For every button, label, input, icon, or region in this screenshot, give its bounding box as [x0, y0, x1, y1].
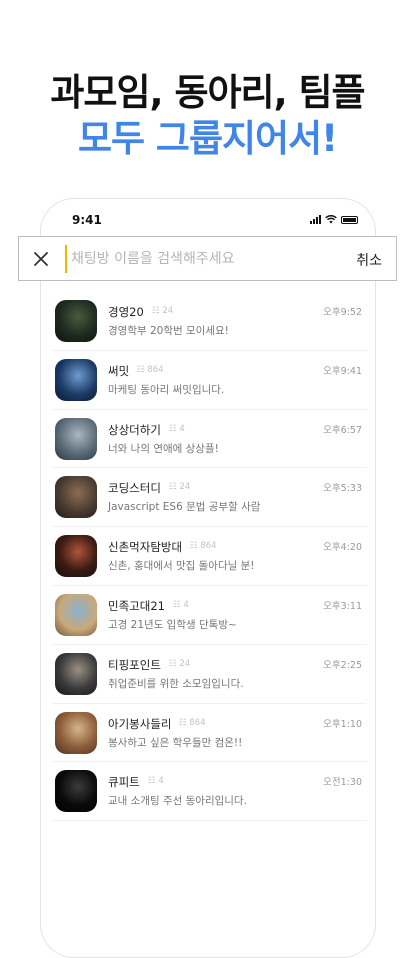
wifi-icon	[325, 215, 337, 224]
member-count: ☷ 24	[152, 306, 173, 316]
people-icon: ☷	[169, 482, 180, 493]
room-name: 경영20	[108, 305, 144, 319]
room-description: Javascript ES6 문법 공부할 사람	[108, 501, 261, 514]
search-input[interactable]	[65, 245, 341, 273]
member-count: ☷ 864	[190, 541, 217, 551]
room-description: 봉사하고 싶은 학우들만 컴온!!	[108, 736, 243, 749]
room-name: 신촌먹자탐방대	[108, 540, 183, 555]
room-name: 코딩스터디	[108, 481, 161, 496]
room-avatar	[55, 711, 97, 754]
room-time: 오후9:52	[323, 307, 362, 318]
member-count-value: 4	[179, 423, 185, 434]
cancel-button[interactable]: 취소	[356, 250, 382, 270]
room-name: 큐피트	[108, 775, 140, 790]
room-description: 너와 나의 연애에 상상플!	[108, 442, 219, 455]
room-name: 아기봉사들리	[108, 716, 172, 731]
member-count-value: 864	[147, 364, 164, 375]
room-avatar	[55, 417, 97, 460]
member-count: ☷ 4	[148, 776, 164, 786]
room-description: 교내 소개팅 주선 동아리입니다.	[108, 795, 247, 808]
chat-room-item[interactable]: 아기봉사들리 ☷ 864 봉사하고 싶은 학우들만 컴온!! 오후1:10	[52, 704, 366, 763]
promo-headline: 과모임, 동아리, 팀플 모두 그룹지어서!	[0, 70, 415, 162]
room-name: 티핑포인트	[108, 657, 161, 672]
room-time: 오전1:30	[323, 777, 362, 789]
people-icon: ☷	[190, 541, 201, 552]
headline-line-1: 과모임, 동아리, 팀플	[50, 71, 365, 114]
room-avatar	[55, 770, 97, 813]
chat-room-item[interactable]: 써밋 ☷ 864 마케팅 동아리 써밋입니다. 오후9:41	[52, 351, 366, 410]
status-time: 9:41	[72, 213, 102, 227]
member-count: ☷ 4	[173, 600, 189, 610]
chat-room-item[interactable]: 경영20 ☷ 24 경영학부 20학번 모이세요! 오후9:52	[52, 292, 366, 351]
people-icon: ☷	[148, 776, 159, 787]
room-name: 상상더하기	[108, 422, 161, 437]
member-count-value: 24	[179, 658, 191, 669]
room-time: 오후1:10	[323, 718, 362, 730]
people-icon: ☷	[152, 306, 163, 316]
room-avatar	[55, 652, 97, 695]
chat-room-item[interactable]: 상상더하기 ☷ 4 너와 나의 연애에 상상플! 오후6:57	[52, 410, 366, 469]
room-avatar	[55, 476, 97, 519]
room-time: 오후9:41	[323, 365, 362, 377]
room-description: 취업준비를 위한 소모임입니다.	[108, 677, 244, 690]
chat-room-item[interactable]: 코딩스터디 ☷ 24 Javascript ES6 문법 공부할 사람 오후5:33	[52, 468, 366, 528]
room-time: 오후6:57	[323, 424, 362, 436]
close-icon[interactable]	[31, 249, 51, 269]
chat-room-item[interactable]: 큐피트 ☷ 4 교내 소개팅 주선 동아리입니다. 오전1:30	[52, 762, 366, 822]
member-count-value: 4	[158, 776, 164, 787]
battery-icon	[341, 215, 358, 224]
chat-room-item[interactable]: 민족고대21 ☷ 4 고경 21년도 입학생 단톡방~ 오후3:11	[52, 586, 366, 645]
member-count: ☷ 24	[169, 482, 190, 492]
chat-room-item[interactable]: 신촌먹자탐방대 ☷ 864 신촌, 홍대에서 맛집 돌아다닐 분! 오후4:20	[52, 527, 366, 586]
member-count-value: 24	[162, 306, 174, 316]
member-count: ☷ 24	[169, 659, 190, 669]
member-count: ☷ 864	[179, 718, 206, 728]
member-count-value: 24	[179, 482, 191, 493]
people-icon: ☷	[173, 599, 184, 610]
room-time: 오후5:33	[323, 483, 362, 495]
room-description: 마케팅 동아리 써밋입니다.	[108, 383, 225, 396]
signal-icon	[310, 215, 321, 224]
room-name: 써밋	[108, 363, 130, 378]
room-time: 오후3:11	[323, 600, 362, 612]
chat-room-list: 경영20 ☷ 24 경영학부 20학번 모이세요! 오후9:52 써밋 ☷ 864 마케팅 …	[52, 292, 366, 822]
people-icon: ☷	[169, 658, 180, 669]
room-description: 고경 21년도 입학생 단톡방~	[108, 618, 237, 631]
search-bar: 취소	[18, 236, 397, 281]
people-icon: ☷	[179, 717, 190, 728]
member-count-value: 4	[183, 599, 189, 610]
room-avatar	[55, 535, 97, 578]
room-time: 오후2:25	[323, 659, 362, 671]
people-icon: ☷	[169, 423, 180, 434]
member-count-value: 864	[200, 541, 217, 552]
room-avatar	[55, 300, 97, 342]
chat-room-item[interactable]: 티핑포인트 ☷ 24 취업준비를 위한 소모임입니다. 오후2:25	[52, 645, 366, 704]
member-count: ☷ 4	[169, 424, 185, 434]
status-icons	[310, 215, 358, 224]
room-avatar	[55, 593, 97, 636]
status-bar: 9:41	[40, 212, 376, 232]
room-time: 오후4:20	[323, 542, 362, 554]
headline-line-2: 모두 그룹지어서!	[77, 117, 338, 160]
room-description: 경영학부 20학번 모이세요!	[108, 325, 229, 337]
room-name: 민족고대21	[108, 598, 165, 613]
room-avatar	[55, 358, 97, 401]
people-icon: ☷	[137, 364, 148, 375]
room-description: 신촌, 홍대에서 맛집 돌아다닐 분!	[108, 560, 255, 573]
member-count-value: 864	[189, 717, 206, 728]
member-count: ☷ 864	[137, 365, 164, 375]
